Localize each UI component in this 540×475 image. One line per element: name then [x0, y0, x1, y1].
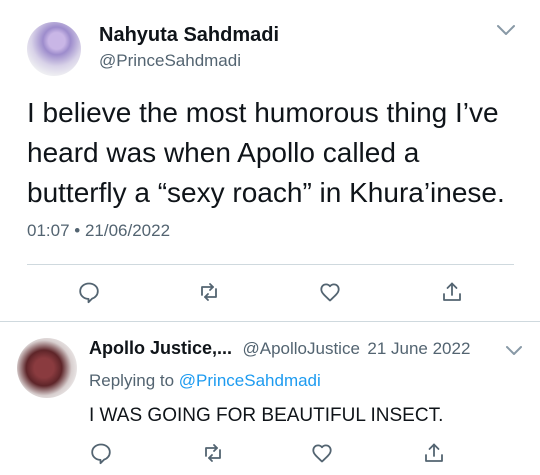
author-display-name[interactable]: Nahyuta Sahdmadi	[99, 24, 279, 47]
divider	[27, 264, 514, 265]
reply-author-avatar[interactable]	[17, 338, 77, 398]
author-avatar[interactable]	[27, 22, 81, 76]
replying-to-handle-link[interactable]: @PrinceSahdmadi	[179, 371, 321, 390]
replying-to-label: Replying to	[89, 371, 175, 390]
divider	[0, 321, 540, 322]
chevron-down-icon[interactable]	[494, 18, 518, 42]
reply-date[interactable]: 21 June 2022	[367, 339, 470, 358]
share-icon[interactable]	[422, 441, 446, 465]
reply-author-name[interactable]: Apollo Justice,...	[89, 338, 232, 358]
author-handle[interactable]: @PrinceSahdmadi	[99, 51, 241, 71]
retweet-icon[interactable]	[197, 280, 221, 304]
tweet-text-line: heard was when Apollo called a	[27, 137, 420, 168]
reply-text: I WAS GOING FOR BEAUTIFUL INSECT.	[89, 405, 444, 426]
heart-icon[interactable]	[318, 280, 342, 304]
tweet-timestamp[interactable]: 01:07 • 21/06/2022	[27, 221, 170, 241]
tweet-text: I believe the most humorous thing I’ve h…	[27, 93, 517, 213]
heart-icon[interactable]	[310, 441, 334, 465]
share-icon[interactable]	[440, 280, 464, 304]
reply-icon[interactable]	[89, 441, 113, 465]
reply-author-handle[interactable]: @ApolloJustice	[242, 339, 359, 358]
replying-to: Replying to @PrinceSahdmadi	[89, 371, 321, 391]
tweet-text-line: I believe the most humorous thing I’ve	[27, 97, 499, 128]
chevron-down-icon[interactable]	[502, 338, 526, 362]
reply-header: Apollo Justice,... @ApolloJustice 21 Jun…	[89, 338, 470, 359]
retweet-icon[interactable]	[201, 441, 225, 465]
tweet-text-line: butterfly a “sexy roach” in Khura’inese.	[27, 177, 505, 208]
reply-icon[interactable]	[77, 280, 101, 304]
